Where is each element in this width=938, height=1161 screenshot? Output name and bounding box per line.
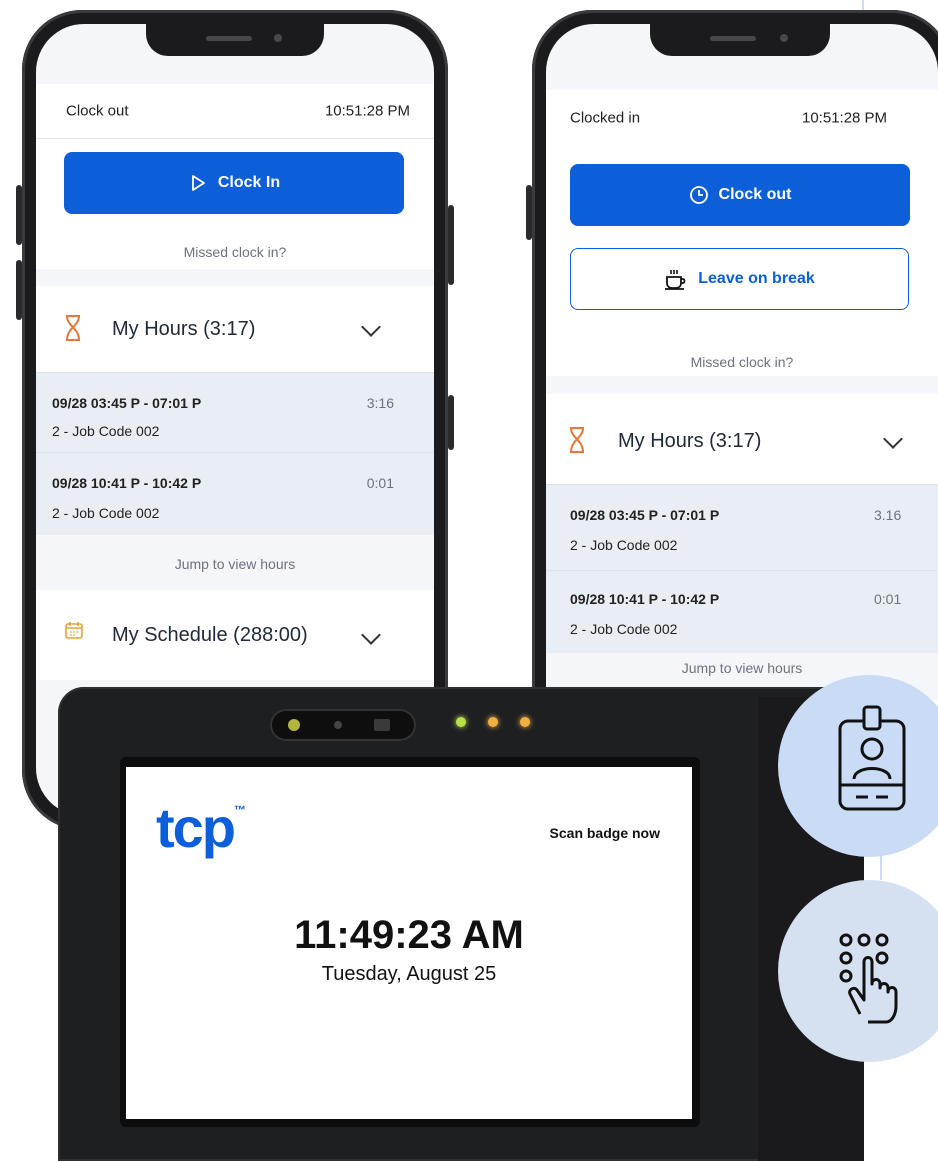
my-hours-header[interactable]: My Hours (3:17) [546, 394, 938, 484]
play-icon [191, 175, 205, 191]
my-schedule-header[interactable]: My Schedule (288:00) [36, 590, 434, 680]
time-clock-device: tcp™ Scan badge now 11:49:23 AM Tuesday,… [58, 687, 864, 1161]
clock-in-button[interactable]: Clock In [64, 152, 404, 214]
missed-clock-in-link[interactable]: Missed clock in? [546, 354, 938, 370]
jump-to-view-hours-link[interactable]: Jump to view hours [36, 556, 434, 572]
chevron-down-icon[interactable] [361, 317, 381, 337]
jump-to-view-hours-link[interactable]: Jump to view hours [546, 660, 938, 676]
device-date: Tuesday, August 25 [321, 963, 497, 985]
status-bar: Clock out 10:51:28 PM [36, 84, 434, 139]
camera-sensor [270, 709, 416, 741]
keypad-touch-icon [839, 933, 898, 1024]
list-item[interactable]: 09/28 03:45 P - 07:01 P 2 - Job Code 002… [36, 372, 434, 453]
current-time: 10:51:28 PM [324, 102, 410, 120]
missed-clock-in-link[interactable]: Missed clock in? [36, 244, 434, 260]
coffee-cup-icon [665, 270, 686, 290]
badge-icon [838, 705, 906, 811]
clock-icon [689, 186, 708, 204]
right-phone-screen: Clocked in 10:51:28 PM Clock out Leave o… [546, 24, 938, 700]
status-led [488, 717, 498, 727]
leave-on-break-button[interactable]: Leave on break [570, 248, 909, 310]
chevron-down-icon[interactable] [883, 429, 903, 449]
right-phone: Clocked in 10:51:28 PM Clock out Leave o… [526, 10, 938, 700]
clock-status-label: Clocked in [570, 109, 641, 127]
my-hours-header[interactable]: My Hours (3:17) [36, 286, 434, 372]
list-item[interactable]: 09/28 10:41 P - 10:42 P 2 - Job Code 002… [36, 452, 434, 535]
my-hours-title: My Hours (3:17) [112, 318, 256, 340]
scan-badge-prompt: Scan badge now [549, 825, 660, 841]
clock-out-button[interactable]: Clock out [570, 164, 910, 226]
list-item[interactable]: 09/28 10:41 P - 10:42 P 2 - Job Code 002… [546, 570, 938, 653]
network-led [520, 717, 530, 727]
current-time: 10:51:28 PM [802, 109, 888, 127]
device-display: tcp™ Scan badge now 11:49:23 AM Tuesday,… [126, 767, 692, 1119]
my-hours-title: My Hours (3:17) [618, 430, 762, 452]
chevron-down-icon[interactable] [361, 625, 381, 645]
hourglass-icon [570, 427, 584, 453]
device-time: 11:49:23 AM [294, 913, 524, 957]
clock-status-label: Clock out [66, 102, 129, 120]
list-item[interactable]: 09/28 03:45 P - 07:01 P 2 - Job Code 002… [546, 484, 938, 571]
hourglass-icon [66, 315, 80, 341]
status-bar: Clocked in 10:51:28 PM [546, 90, 938, 146]
calendar-icon [65, 622, 83, 639]
tcp-logo: tcp™ [156, 796, 246, 859]
my-schedule-title: My Schedule (288:00) [112, 624, 308, 646]
power-led [456, 717, 466, 727]
